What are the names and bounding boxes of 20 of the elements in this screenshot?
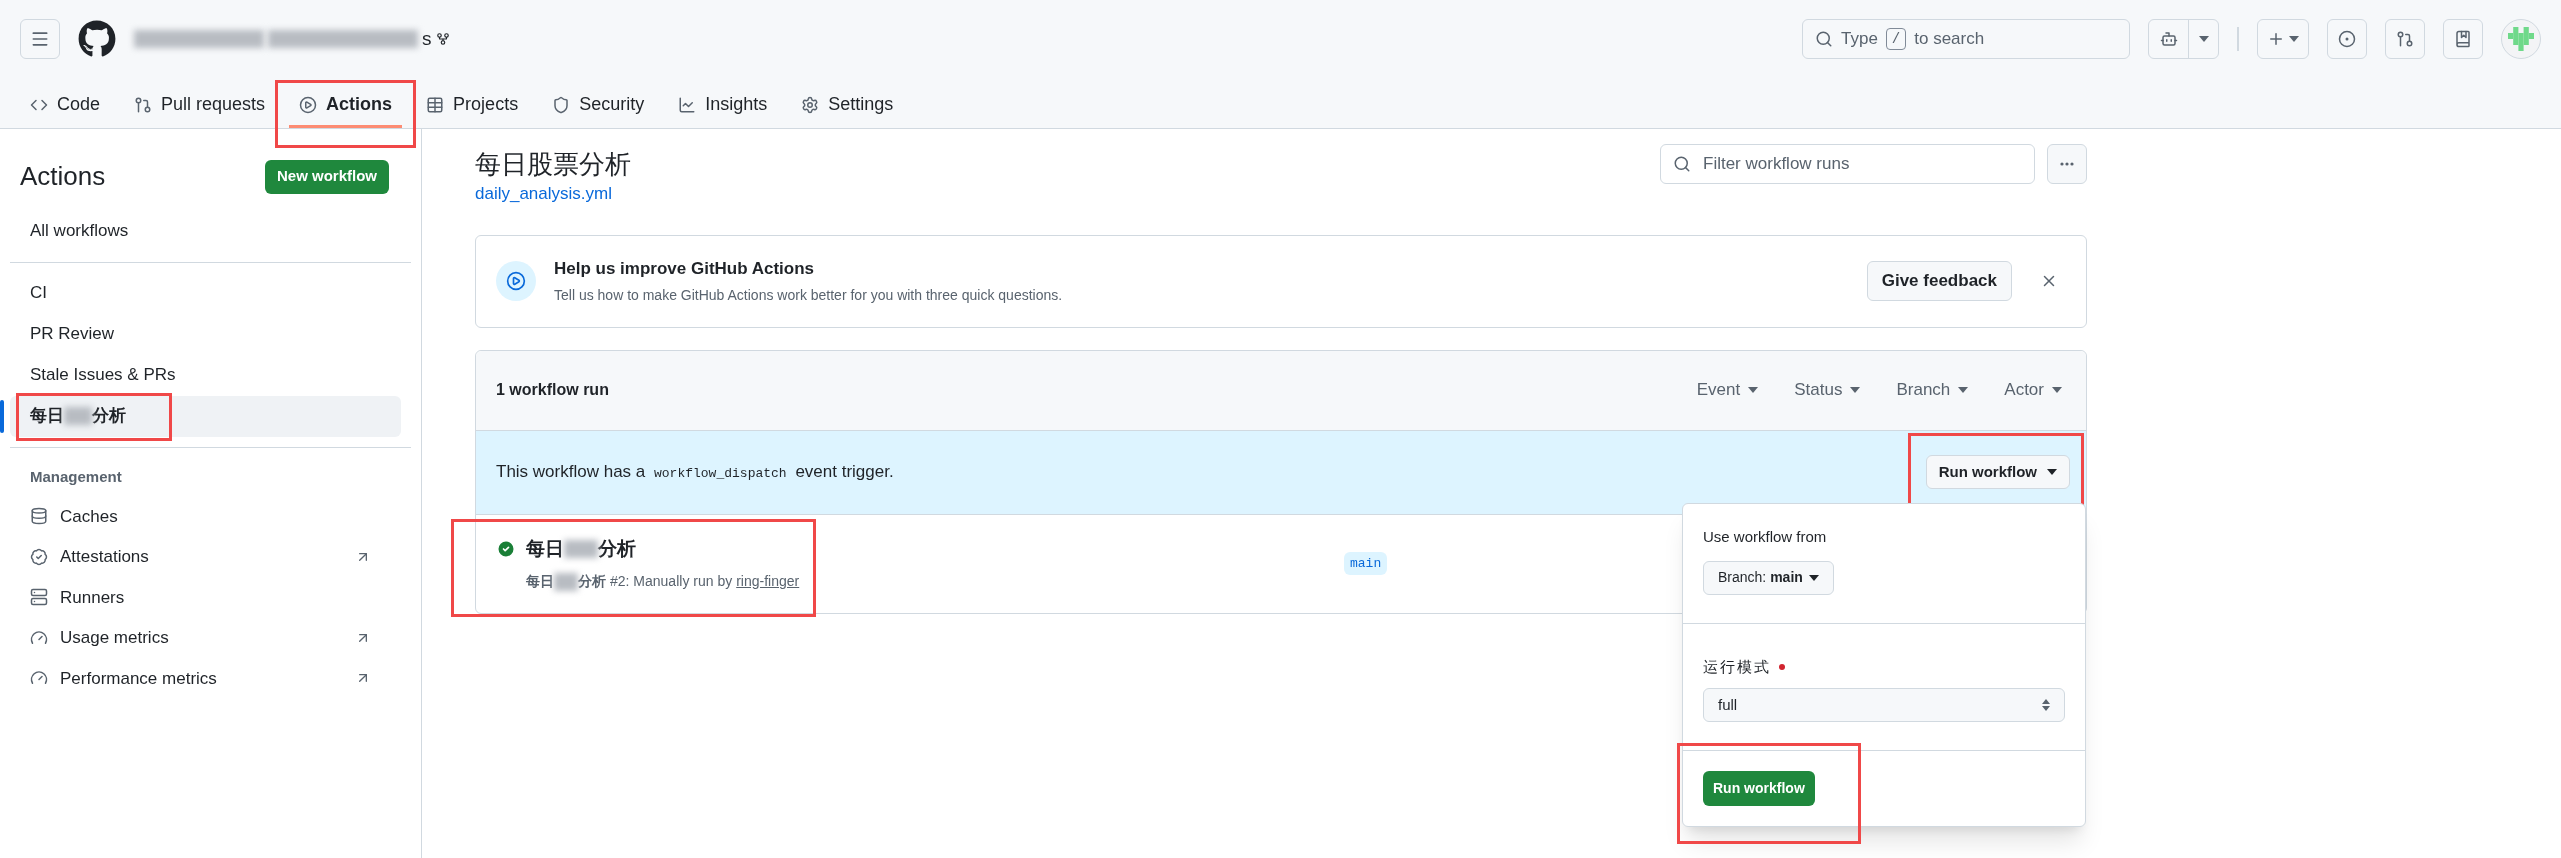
run-workflow-name: 分析 [578, 572, 606, 592]
feedback-title: Help us improve GitHub Actions [554, 257, 816, 280]
input-label: 运行模式 [1703, 656, 1771, 677]
workflow-name: Stale Issues & PRs [30, 364, 176, 387]
shortcut-key: / [1885, 28, 1907, 50]
workflow-name: 分析 [92, 405, 126, 428]
workflow-name: 每日 [30, 405, 64, 428]
run-count: 1 workflow run [496, 380, 610, 400]
section-heading: Management [29, 466, 123, 487]
search-placeholder: Type [1841, 28, 1878, 51]
search-placeholder: to search [1914, 28, 1985, 51]
sidebar-title: Actions [20, 160, 106, 193]
run-workflow-name: 每日 [526, 572, 554, 592]
popover-label: Use workflow from [1703, 527, 1828, 547]
feedback-text: Tell us how to make GitHub Actions work better for you with three quick questions. [554, 286, 1064, 306]
dispatch-text: This workflow has a workflow_dispatch event trigger. [496, 461, 895, 484]
workflow-title: 每日股票分析 [475, 148, 631, 181]
workflow-name: CI [30, 282, 47, 305]
workflow-name: PR Review [30, 323, 115, 346]
run-description: #2: Manually run by [610, 572, 733, 592]
